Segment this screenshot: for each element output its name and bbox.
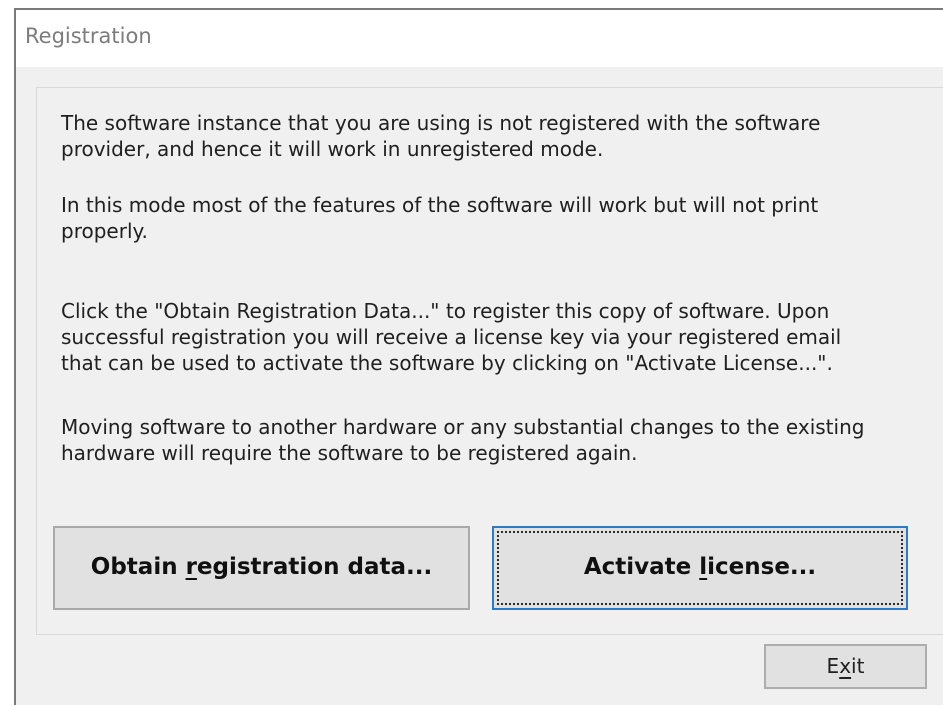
message-line: In this mode most of the features of the… [61, 193, 819, 217]
mnemonic-character: r [185, 554, 197, 580]
message-line: hardware will require the software to be… [61, 441, 638, 465]
button-label-prefix: Activate [583, 554, 700, 580]
button-label-suffix: icense... [707, 554, 817, 580]
button-label-prefix: Obtain [90, 554, 186, 580]
message-line: Moving software to another hardware or a… [61, 415, 865, 439]
registration-instructions-message: Click the "Obtain Registration Data..." … [61, 298, 921, 376]
unregistered-mode-message: The software instance that you are using… [61, 110, 921, 162]
obtain-registration-data-button[interactable]: Obtain registration data... [53, 526, 470, 610]
mnemonic-character: x [839, 654, 852, 678]
button-label-prefix: E [826, 654, 840, 678]
mnemonic-character: l [699, 554, 708, 580]
registration-message-panel: The software instance that you are using… [36, 87, 943, 635]
exit-button[interactable]: Exit [764, 644, 927, 689]
button-label-suffix: egistration data... [196, 554, 433, 580]
message-line: The software instance that you are using… [61, 111, 821, 135]
message-line: properly. [61, 219, 148, 243]
registration-dialog: Registration The software instance that … [14, 8, 943, 705]
button-label-suffix: it [851, 654, 865, 678]
hardware-change-message: Moving software to another hardware or a… [61, 414, 921, 466]
message-line: that can be used to activate the softwar… [61, 351, 833, 375]
title-bar[interactable]: Registration [16, 10, 943, 67]
message-line: successful registration you will receive… [61, 325, 842, 349]
message-line: provider, and hence it will work in unre… [61, 137, 604, 161]
message-line: Click the "Obtain Registration Data..." … [61, 299, 830, 323]
activate-license-button[interactable]: Activate license... [492, 526, 908, 610]
printing-limitation-message: In this mode most of the features of the… [61, 192, 921, 244]
window-title: Registration [25, 24, 152, 48]
